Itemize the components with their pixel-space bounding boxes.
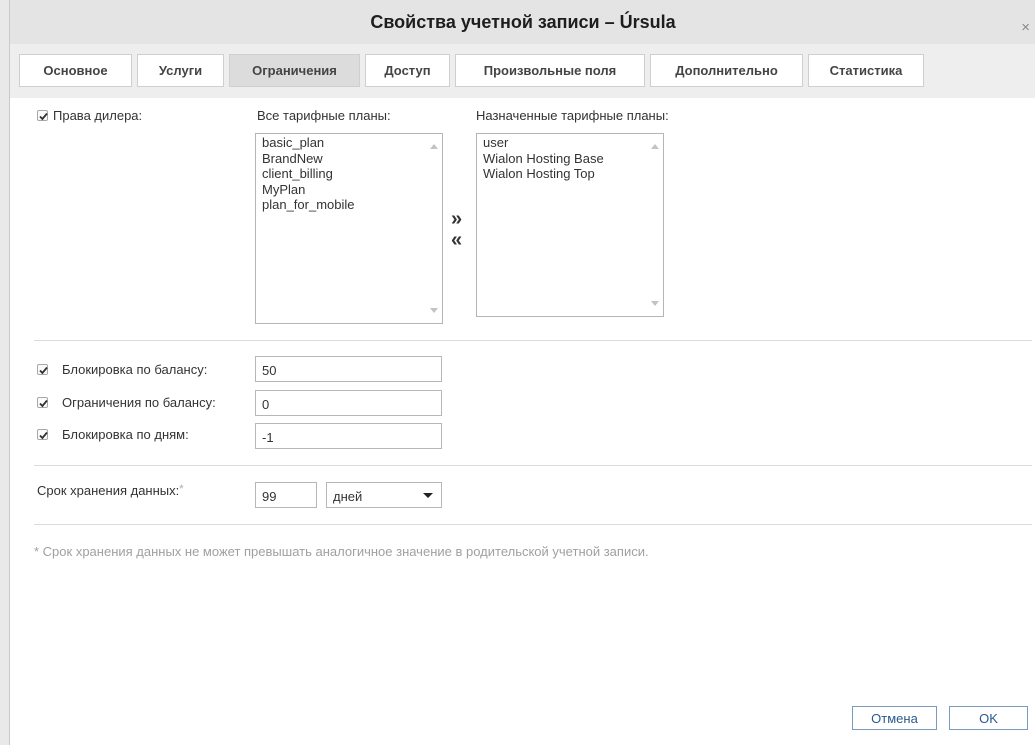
tab-advanced[interactable]: Дополнительно — [650, 54, 803, 87]
chevron-down-icon — [423, 493, 433, 498]
retention-unit-select[interactable]: дней — [326, 482, 442, 508]
retention-label-text: Срок хранения данных: — [37, 483, 180, 498]
required-mark: * — [179, 483, 184, 495]
retention-value-input[interactable]: 99 — [255, 482, 317, 508]
dealer-rights-label: Права дилера: — [53, 108, 143, 123]
days-block-label: Блокировка по дням: — [62, 427, 189, 442]
tab-statistics[interactable]: Статистика — [808, 54, 924, 87]
scroll-down-icon[interactable] — [430, 308, 438, 313]
add-plan-button[interactable]: » — [451, 209, 462, 229]
scroll-up-icon[interactable] — [430, 144, 438, 149]
check-icon — [39, 112, 48, 121]
cancel-button[interactable]: Отмена — [852, 706, 937, 730]
all-plans-header: Все тарифные планы: — [257, 108, 391, 123]
title-bar: Свойства учетной записи – Úrsula × — [10, 0, 1035, 45]
balance-limit-label: Ограничения по балансу: — [62, 395, 216, 410]
tab-restrictions[interactable]: Ограничения — [229, 54, 360, 87]
list-item[interactable]: user — [483, 135, 604, 151]
tab-bar: Основное Услуги Ограничения Доступ Произ… — [10, 44, 1035, 99]
scroll-down-icon[interactable] — [651, 301, 659, 306]
tab-services[interactable]: Услуги — [137, 54, 224, 87]
all-plans-scrollbar[interactable] — [426, 135, 441, 322]
tab-custom-fields[interactable]: Произвольные поля — [455, 54, 645, 87]
list-item[interactable]: BrandNew — [262, 151, 355, 167]
list-item[interactable]: client_billing — [262, 166, 355, 182]
scroll-up-icon[interactable] — [651, 144, 659, 149]
balance-block-label: Блокировка по балансу: — [62, 362, 208, 377]
account-properties-dialog: Свойства учетной записи – Úrsula × Основ… — [9, 0, 1035, 745]
days-block-input[interactable]: -1 — [255, 423, 442, 449]
dialog-title: Свойства учетной записи – Úrsula — [370, 11, 676, 32]
close-icon[interactable]: × — [1021, 20, 1030, 35]
retention-footnote: * Срок хранения данных не может превышат… — [34, 544, 649, 559]
assigned-plans-list[interactable]: user Wialon Hosting Base Wialon Hosting … — [476, 133, 664, 317]
list-item[interactable]: basic_plan — [262, 135, 355, 151]
retention-label: Срок хранения данных:* — [37, 483, 184, 498]
restrictions-panel: Права дилера: Все тарифные планы: basic_… — [10, 98, 1035, 745]
days-block-checkbox[interactable] — [37, 429, 48, 440]
tab-main[interactable]: Основное — [19, 54, 132, 87]
list-item[interactable]: Wialon Hosting Base — [483, 151, 604, 167]
divider — [34, 340, 1032, 341]
remove-plan-button[interactable]: « — [451, 230, 462, 250]
check-icon — [39, 399, 48, 408]
list-item[interactable]: MyPlan — [262, 182, 355, 198]
retention-unit-value: дней — [333, 489, 363, 504]
dealer-rights-checkbox[interactable] — [37, 110, 48, 121]
all-plans-list[interactable]: basic_plan BrandNew client_billing MyPla… — [255, 133, 443, 324]
balance-limit-input[interactable]: 0 — [255, 390, 442, 416]
list-item[interactable]: plan_for_mobile — [262, 197, 355, 213]
balance-block-input[interactable]: 50 — [255, 356, 442, 382]
list-item[interactable]: Wialon Hosting Top — [483, 166, 604, 182]
balance-block-checkbox[interactable] — [37, 364, 48, 375]
assigned-plans-header: Назначенные тарифные планы: — [476, 108, 669, 123]
assigned-plans-scrollbar[interactable] — [647, 135, 662, 315]
tab-access[interactable]: Доступ — [365, 54, 450, 87]
ok-button[interactable]: OK — [949, 706, 1028, 730]
divider — [34, 465, 1032, 466]
check-icon — [39, 431, 48, 440]
check-icon — [39, 366, 48, 375]
balance-limit-checkbox[interactable] — [37, 397, 48, 408]
divider — [34, 524, 1032, 525]
